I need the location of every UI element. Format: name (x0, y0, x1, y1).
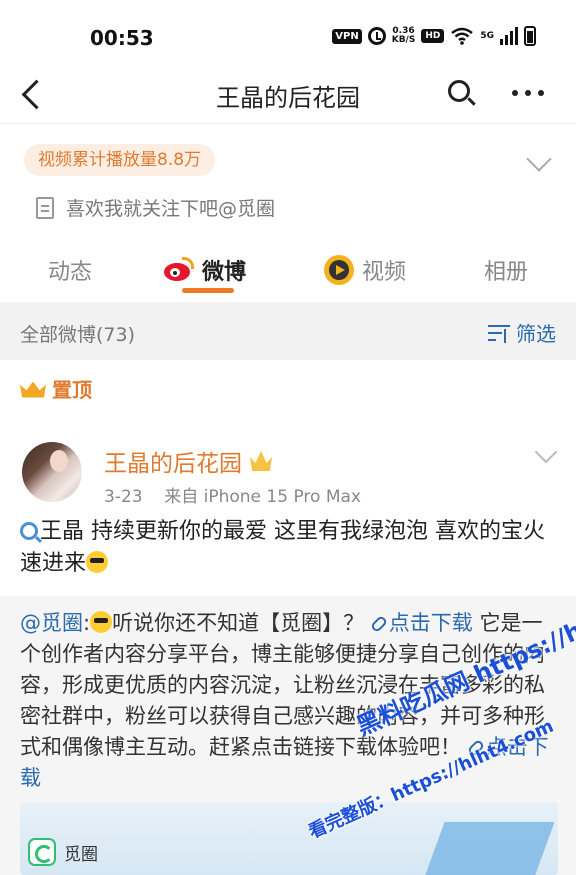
repost-line1: 听说你还不知道【觅圈】？ (112, 611, 365, 635)
network-speed: 0.36 KB/S (392, 27, 416, 45)
search-button[interactable] (446, 78, 478, 110)
crown-icon (20, 378, 46, 400)
app-card-name: 觅圈 (64, 845, 98, 865)
tab-label: 视频 (362, 260, 407, 285)
filter-icon (488, 323, 510, 343)
filter-bar: 全部微博(73) 筛选 (0, 302, 576, 360)
video-play-icon (324, 255, 354, 285)
vpn-icon: VPN (332, 28, 362, 44)
tab-label: 相册 (484, 260, 529, 285)
app-logo-icon (28, 838, 56, 866)
nav-bar: 王晶的后花园 (0, 62, 576, 124)
signal-icon (500, 27, 518, 45)
search-emoji-icon (20, 522, 38, 540)
profile-bio: 喜欢我就关注下吧@觅圈 (36, 194, 275, 221)
wifi-icon (451, 27, 474, 45)
alarm-icon (367, 27, 386, 45)
mention-link[interactable]: @觅圈 (20, 611, 83, 635)
author-name: 王晶的后花园 (104, 451, 242, 477)
document-icon (36, 196, 54, 219)
post-text: 王晶 持续更新你的最爱 这里有我绿泡泡 喜欢的宝火速进来 (20, 516, 560, 580)
network-speed-unit: KB/S (391, 35, 416, 45)
download-link-1[interactable]: 点击下载 (369, 611, 473, 635)
tab-album[interactable]: 相册 (484, 250, 528, 290)
avatar[interactable] (22, 442, 82, 502)
repost-text: @觅圈: 听说你还不知道【觅圈】？ 点击下载 它是一个创作者内容分享平台，博主能够… (20, 611, 549, 790)
profile-tabs: 动态 微博 视频 相册 (0, 240, 576, 300)
tab-label: 动态 (48, 260, 93, 285)
filter-label: 筛选 (516, 322, 556, 346)
filter-button[interactable]: 筛选 (488, 318, 556, 347)
post-meta: 3-23 来自 iPhone 15 Pro Max (104, 482, 361, 507)
tab-label: 微博 (202, 260, 247, 285)
weibo-logo-icon (164, 257, 194, 283)
status-time: 00:53 (90, 26, 154, 50)
tab-video[interactable]: 视频 (324, 250, 406, 290)
pinned-label: 置顶 (20, 374, 92, 403)
post-menu-chevron-icon[interactable] (534, 440, 558, 464)
page-title: 王晶的后花园 (216, 84, 360, 112)
link-icon (466, 738, 485, 758)
cool-emoji-icon (90, 611, 113, 633)
post-date: 3-23 (104, 487, 143, 507)
network-type: 5G (480, 31, 494, 41)
play-count-badge: 视频累计播放量8.8万 (24, 144, 216, 176)
vip-crown-icon (250, 451, 272, 471)
post-author[interactable]: 王晶的后花园 (104, 444, 272, 478)
more-options-button[interactable] (508, 78, 548, 108)
post-source: 来自 iPhone 15 Pro Max (164, 487, 361, 507)
emoji-icon (86, 551, 109, 573)
post-count: 全部微博(73) (20, 324, 136, 346)
pinned-text: 置顶 (52, 378, 92, 402)
battery-icon (524, 26, 536, 46)
status-bar: 00:53 VPN 0.36 KB/S HD 5G (0, 0, 576, 70)
bio-text: 喜欢我就关注下吧@觅圈 (66, 198, 276, 220)
app-card-image[interactable]: 觅圈 (20, 802, 558, 875)
chevron-down-icon[interactable] (526, 146, 552, 172)
link-icon (369, 614, 388, 634)
hd-icon: HD (421, 29, 445, 43)
tab-weibo[interactable]: 微博 (164, 250, 246, 290)
repost-card[interactable]: @觅圈: 听说你还不知道【觅圈】？ 点击下载 它是一个创作者内容分享平台，博主能够… (0, 596, 576, 875)
status-icons: VPN 0.36 KB/S HD 5G (332, 26, 536, 46)
active-tab-indicator (182, 288, 234, 293)
tab-dynamics[interactable]: 动态 (48, 250, 92, 290)
